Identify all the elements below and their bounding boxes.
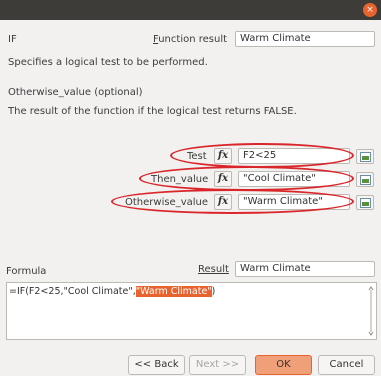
titlebar: × [0,0,381,20]
formula-scrollbar[interactable] [368,286,374,336]
formula-text-after: ) [211,286,216,297]
ok-button[interactable]: OK [255,355,312,375]
formula-editor[interactable]: =IF(F2<25,"Cool Climate","Warm Climate") [6,282,377,340]
highlight-ring-test [170,143,354,168]
formula-text[interactable]: =IF(F2<25,"Cool Climate","Warm Climate") [9,286,215,297]
formula-label-text: Formula [6,266,47,277]
function-name: IF [8,34,17,45]
param-info-title: Otherwise_value (optional) [8,87,143,98]
back-button[interactable]: << Back [128,355,185,375]
shrink-icon[interactable] [356,172,374,187]
highlight-ring-then-value [139,166,354,191]
function-result-label-rest: unction result [158,34,228,45]
param-info-text: The result of the function if the logica… [8,106,297,117]
result-label-text: Result [198,264,229,275]
shrink-icon[interactable] [356,149,374,164]
highlight-ring-otherwise-value [111,189,354,214]
cancel-button[interactable]: Cancel [318,355,375,375]
result-label: Result [198,264,229,275]
formula-selected-text: "Warm Climate" [135,286,212,297]
scrollbar-track[interactable] [370,290,372,332]
function-result-field: Warm Climate [235,31,375,47]
formula-text-before: =IF(F2<25,"Cool Climate", [9,286,136,297]
function-result-label: Function result [153,34,228,45]
result-field: Warm Climate [235,261,375,277]
next-button[interactable]: Next >> [189,355,246,375]
formula-label: Formula [6,266,46,277]
shrink-icon[interactable] [356,195,374,210]
function-description: Specifies a logical test to be performed… [8,57,208,68]
close-icon[interactable]: × [363,3,377,17]
